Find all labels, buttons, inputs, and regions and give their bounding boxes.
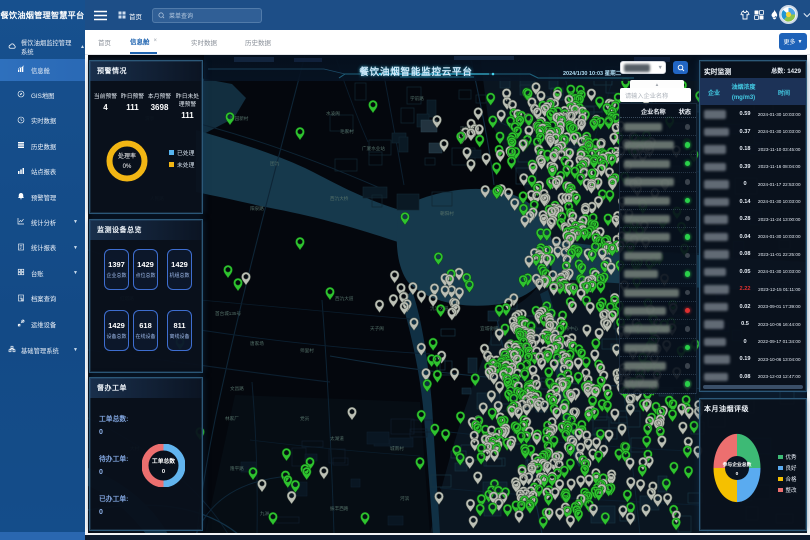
svg-text:西氿大桥: 西氿大桥 [330, 195, 349, 202]
svg-text:朝阳村: 朝阳村 [440, 210, 454, 217]
svg-text:西氿大道: 西氿大道 [335, 295, 354, 302]
svg-text:城南村: 城南村 [390, 445, 404, 452]
svg-text:团氿: 团氿 [270, 160, 280, 167]
svg-text:河滨: 河滨 [400, 495, 410, 502]
svg-text:学前路: 学前路 [410, 95, 424, 102]
svg-text:水凌阁: 水凌阁 [326, 110, 340, 117]
svg-text:天子阁: 天子阁 [370, 325, 384, 332]
svg-text:阳泉路: 阳泉路 [250, 205, 264, 212]
svg-text:隆平路: 隆平路 [230, 465, 244, 472]
svg-text:师里村: 师里村 [300, 347, 314, 354]
svg-text:广厦水业站: 广厦水业站 [362, 145, 385, 152]
svg-text:唐家场: 唐家场 [250, 340, 264, 347]
svg-text:林家厂: 林家厂 [225, 415, 239, 422]
svg-text:九洲: 九洲 [260, 510, 270, 517]
svg-text:党员: 党员 [300, 415, 310, 422]
svg-text:毛家村: 毛家村 [340, 128, 354, 134]
svg-text:首台城135号: 首台城135号 [215, 310, 241, 317]
svg-text:文昌路: 文昌路 [230, 385, 244, 392]
svg-text:太湖道: 太湖道 [330, 435, 344, 442]
svg-text:振丰西路: 振丰西路 [330, 505, 349, 512]
